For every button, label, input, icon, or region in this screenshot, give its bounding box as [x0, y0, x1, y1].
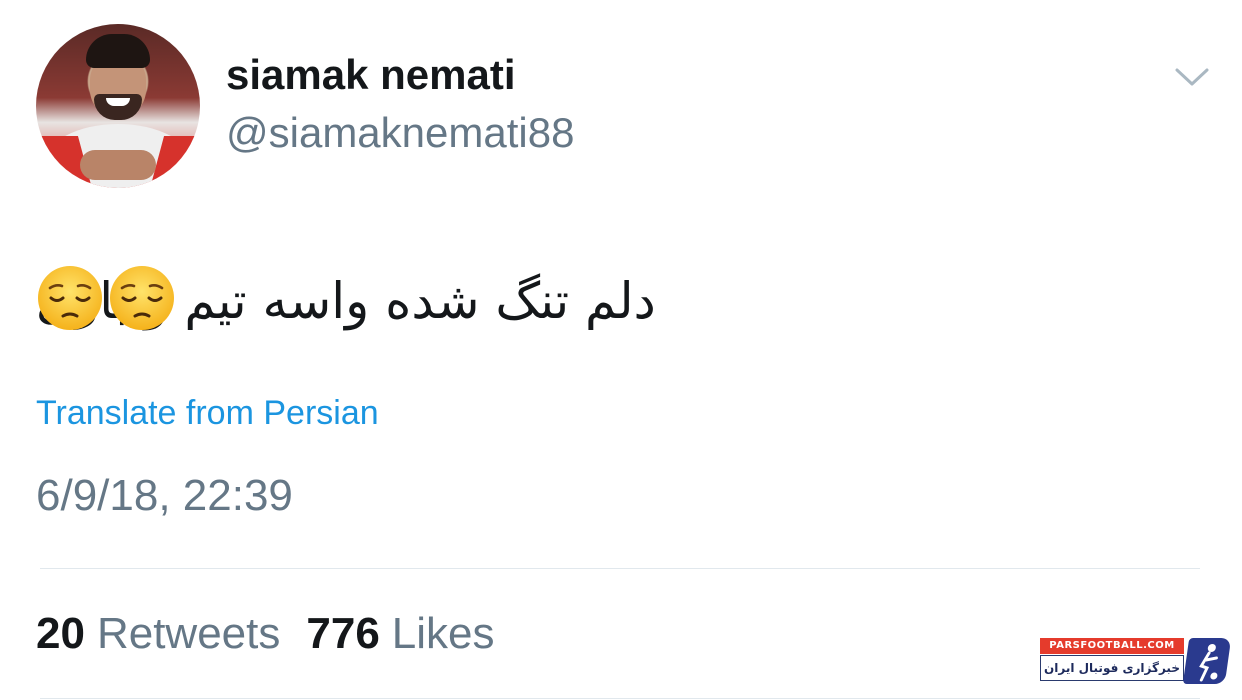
retweets-stat[interactable]: 20 Retweets [36, 606, 280, 662]
display-name[interactable]: siamak nemati [226, 50, 516, 100]
user-handle[interactable]: @siamaknemati88 [226, 108, 574, 158]
translate-link[interactable]: Translate from Persian [36, 392, 379, 434]
chevron-down-icon[interactable] [1170, 62, 1214, 92]
retweets-count: 20 [36, 609, 85, 658]
watermark-tagline: خبرگزاری فوتبال ایران [1040, 655, 1184, 681]
watermark: PARSFOOTBALL.COM خبرگزاری فوتبال ایران [1040, 638, 1232, 684]
avatar[interactable] [36, 24, 200, 188]
emoji-row [36, 264, 176, 334]
likes-stat[interactable]: 776 Likes [306, 606, 494, 662]
avatar-hair [86, 34, 150, 68]
divider [40, 568, 1200, 569]
watermark-logo-icon [1182, 638, 1232, 684]
likes-label: Likes [391, 609, 495, 658]
likes-count: 776 [306, 609, 380, 658]
divider [40, 698, 1200, 699]
pensive-face-icon [38, 266, 102, 330]
watermark-site: PARSFOOTBALL.COM [1040, 638, 1184, 654]
pensive-face-icon [110, 266, 174, 330]
tweet-timestamp[interactable]: 6/9/18, 22:39 [36, 470, 293, 522]
avatar-hands-heart [80, 150, 156, 180]
retweets-label: Retweets [96, 609, 281, 658]
tweet-stats: 20 Retweets 776 Likes [36, 606, 495, 662]
